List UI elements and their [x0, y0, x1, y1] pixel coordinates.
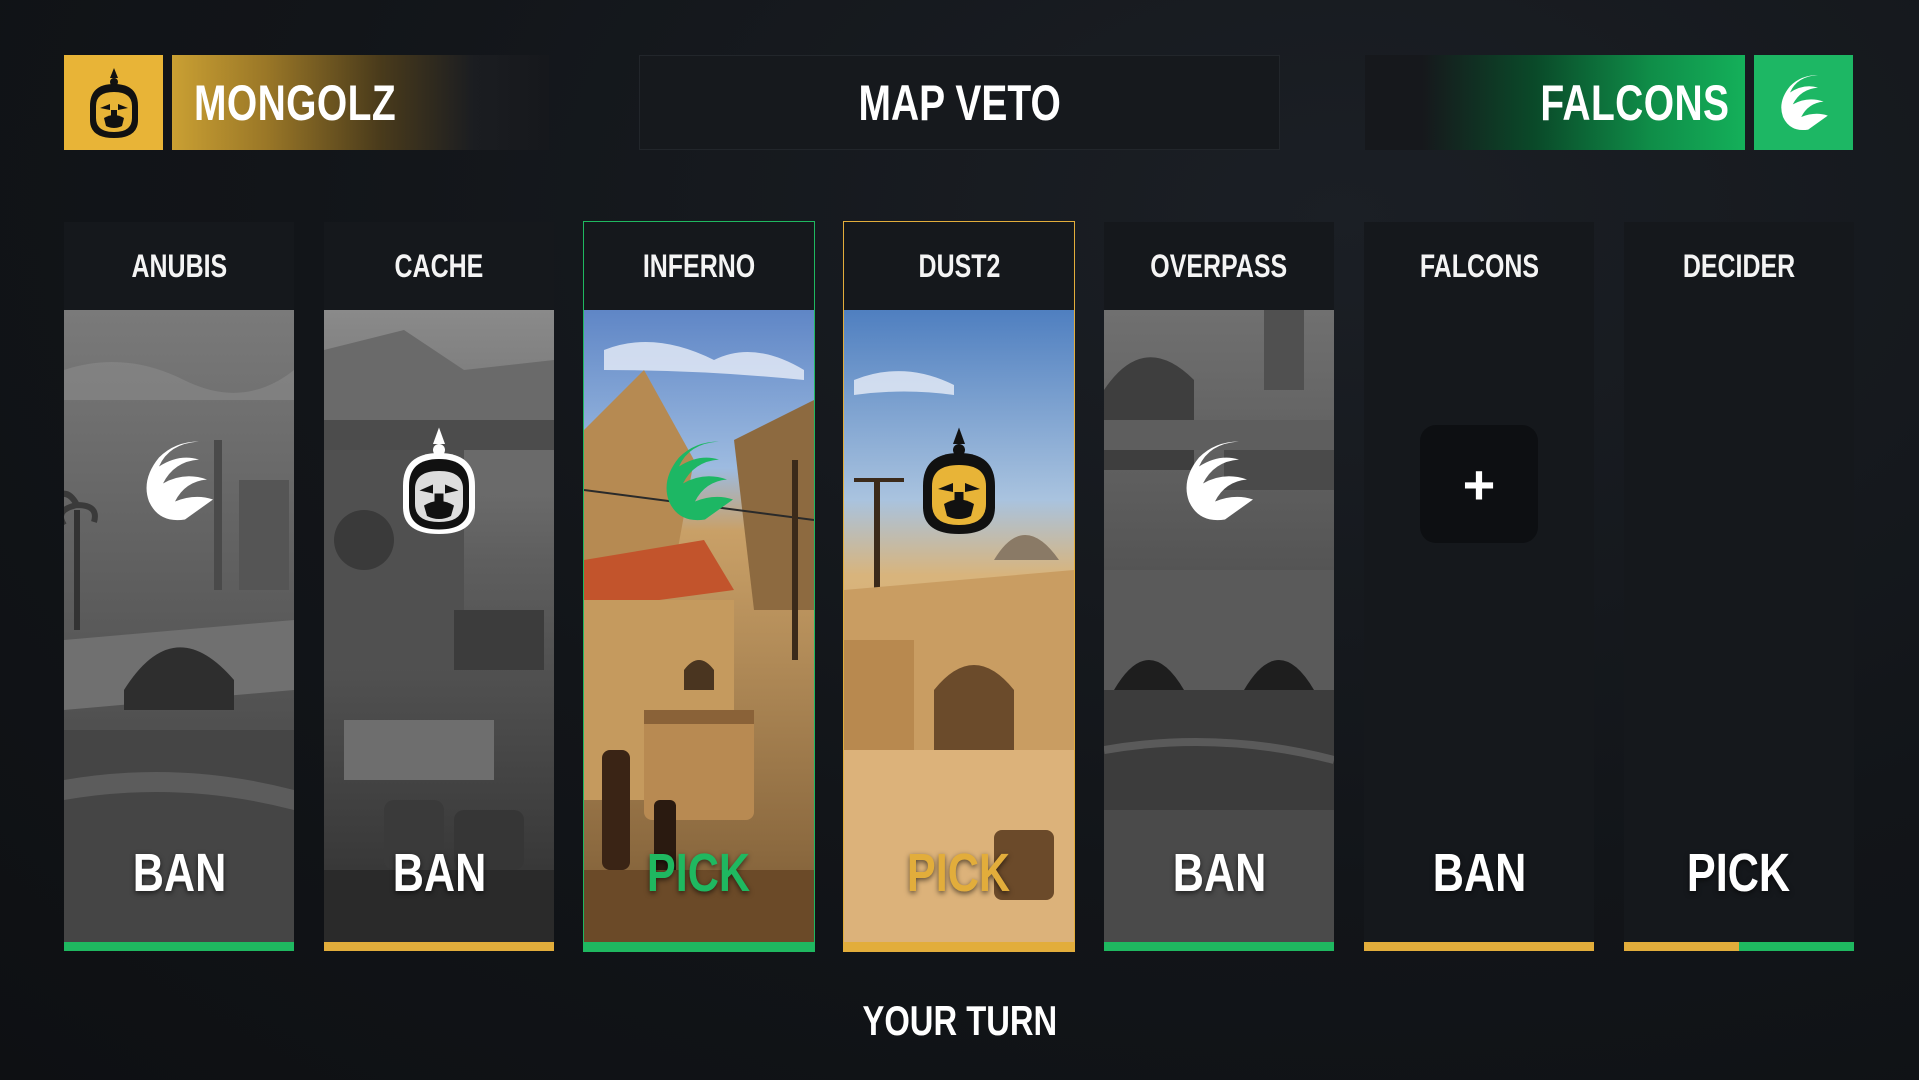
right-team-name-box: FALCONS — [1365, 55, 1745, 150]
page-title: MAP VETO — [858, 74, 1061, 131]
veto-action-label: BAN — [392, 843, 486, 903]
map-card-header: CACHE — [324, 222, 554, 310]
left-team-banner: MONGOLZ — [64, 55, 549, 150]
map-card-overpass[interactable]: OVERPASS BAN — [1104, 222, 1334, 951]
map-card-header: OVERPASS — [1104, 222, 1334, 310]
status-bar — [584, 942, 814, 951]
map-card-header: DECIDER — [1624, 222, 1854, 310]
plus-icon: + — [1462, 452, 1496, 516]
falcons-logo-icon — [1169, 422, 1269, 547]
right-team-banner: FALCONS — [1365, 55, 1853, 150]
map-card-falcons[interactable]: FALCONS + BAN — [1364, 222, 1594, 951]
turn-status: YOUR TURN — [862, 997, 1057, 1044]
status-bar — [324, 942, 554, 951]
status-bar — [1624, 942, 1854, 951]
veto-action-label: BAN — [132, 843, 226, 903]
add-map-button[interactable]: + — [1420, 425, 1538, 543]
veto-action-label: PICK — [907, 843, 1011, 903]
map-name: INFERNO — [642, 247, 756, 284]
falcons-logo-icon — [129, 422, 229, 547]
map-card-header: DUST2 — [844, 222, 1074, 310]
veto-action-label: PICK — [647, 843, 751, 903]
veto-action-label: BAN — [1432, 843, 1526, 903]
right-team-name: FALCONS — [1539, 74, 1729, 131]
status-bar — [844, 942, 1074, 951]
map-name: CACHE — [394, 247, 484, 284]
map-card-anubis[interactable]: ANUBIS BAN — [64, 222, 294, 951]
map-name: ANUBIS — [131, 247, 227, 284]
map-veto-title-box: MAP VETO — [639, 55, 1280, 150]
status-bar — [64, 942, 294, 951]
map-name: OVERPASS — [1150, 247, 1288, 284]
map-card-cache[interactable]: CACHE BAN — [324, 222, 554, 951]
mongolz-logo-icon — [911, 426, 1007, 543]
map-card-header: FALCONS — [1364, 222, 1594, 310]
map-card-header: INFERNO — [584, 222, 814, 310]
left-team-name-box: MONGOLZ — [172, 55, 549, 150]
map-card-decider[interactable]: DECIDER PICK — [1624, 222, 1854, 951]
veto-action-label: PICK — [1687, 843, 1791, 903]
left-team-name: MONGOLZ — [194, 74, 397, 131]
map-card-dust2[interactable]: DUST2 PICK — [843, 221, 1075, 952]
falcons-logo-icon — [649, 422, 749, 547]
map-name: DECIDER — [1682, 247, 1796, 284]
mongolz-logo-icon — [391, 426, 487, 543]
mongolz-logo-icon — [64, 55, 163, 150]
map-card-header: ANUBIS — [64, 222, 294, 310]
falcons-logo-icon — [1754, 55, 1853, 150]
map-name: DUST2 — [918, 247, 1000, 284]
status-bar — [1364, 942, 1594, 951]
status-bar — [1104, 942, 1334, 951]
map-card-inferno[interactable]: INFERNO PICK — [583, 221, 815, 952]
map-name: FALCONS — [1419, 247, 1539, 284]
veto-action-label: BAN — [1172, 843, 1266, 903]
